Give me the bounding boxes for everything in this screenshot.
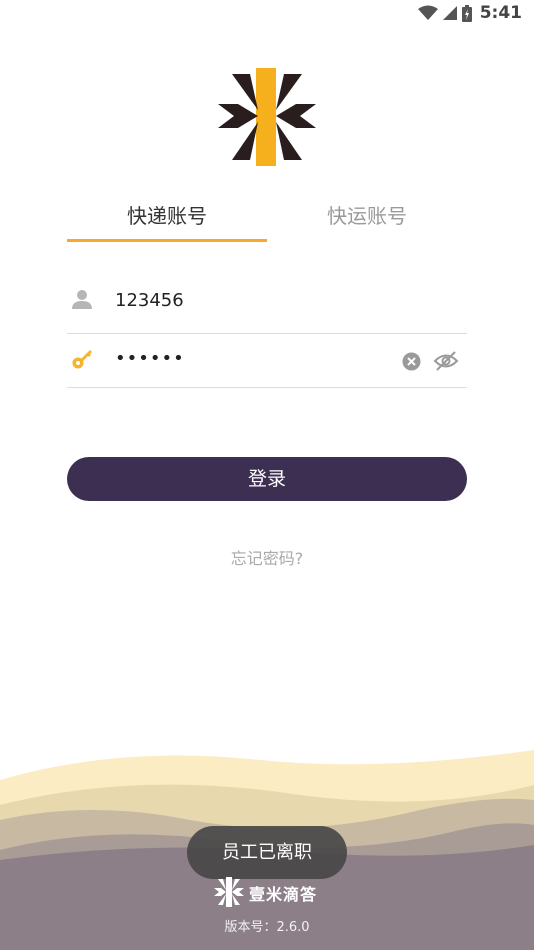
- hide-password-icon[interactable]: [433, 349, 459, 373]
- active-tab-indicator: [67, 239, 267, 242]
- tab-express-account[interactable]: 快递账号: [67, 196, 267, 244]
- clear-icon[interactable]: [402, 352, 421, 371]
- password-input[interactable]: ••••••: [115, 348, 185, 369]
- password-field[interactable]: ••••••: [67, 334, 467, 388]
- account-type-tabs: 快递账号 快运账号: [67, 196, 467, 244]
- battery-icon: [461, 4, 472, 22]
- wifi-icon: [417, 5, 438, 20]
- status-icons: 5:41: [417, 3, 522, 23]
- login-button[interactable]: 登录: [67, 457, 467, 501]
- brand-logo-icon: [214, 877, 244, 907]
- app-logo: [218, 68, 316, 166]
- key-icon: [72, 350, 92, 369]
- status-time: 5:41: [479, 3, 522, 23]
- username-input[interactable]: 123456: [115, 290, 184, 311]
- brand-name: 壹米滴答: [249, 885, 318, 904]
- forgot-password-link[interactable]: 忘记密码?: [0, 545, 534, 569]
- signal-icon: [442, 6, 457, 20]
- username-field[interactable]: 123456: [67, 272, 467, 334]
- footer-brand: 壹米滴答: [213, 877, 333, 909]
- tab-freight-account[interactable]: 快运账号: [267, 196, 467, 244]
- status-bar: 5:41: [0, 0, 534, 28]
- user-icon: [72, 290, 92, 309]
- version-label: 版本号：2.6.0: [224, 920, 310, 935]
- toast-message: 员工已离职: [187, 826, 347, 879]
